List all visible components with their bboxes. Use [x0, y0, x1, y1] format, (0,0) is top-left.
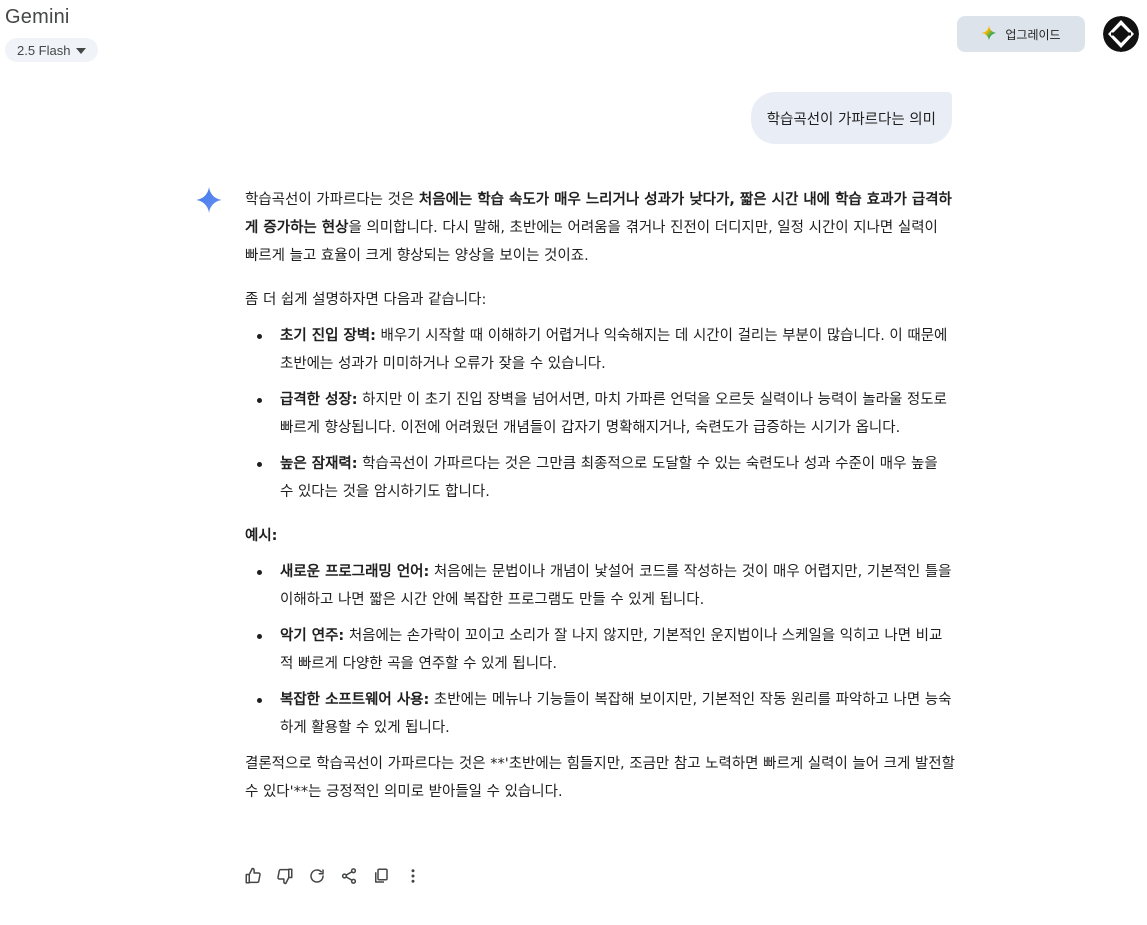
example-title: 악기 연주:: [280, 628, 345, 644]
response-actions: [243, 865, 423, 887]
thumbs-up-icon: [245, 867, 261, 884]
response-intro: 학습곡선이 가파르다는 것은 처음에는 학습 속도가 매우 느리거나 성과가 낮…: [245, 186, 955, 270]
response-lead: 좀 더 쉽게 설명하자면 다음과 같습니다:: [245, 292, 487, 308]
upgrade-label: 업그레이드: [1005, 27, 1061, 42]
upgrade-button[interactable]: 업그레이드: [957, 16, 1085, 52]
point-title: 높은 잠재력:: [280, 456, 358, 472]
thumbs-up-button[interactable]: [243, 865, 263, 887]
thumbs-down-button[interactable]: [275, 865, 295, 887]
gemini-spark-icon: [195, 186, 223, 214]
example-title: 새로운 프로그래밍 언어:: [280, 564, 430, 580]
example-title: 복잡한 소프트웨어 사용:: [280, 692, 430, 708]
point-text: 배우기 시작할 때 이해하기 어렵거나 익숙해지는 데 시간이 걸리는 부분이 …: [280, 328, 948, 372]
point-text: 하지만 이 초기 진입 장벽을 넘어서면, 마치 가파른 언덕을 오르듯 실력이…: [280, 392, 947, 436]
app-title: Gemini: [5, 6, 70, 28]
point-text: 학습곡선이 가파르다는 것은 그만큼 최종적으로 도달할 수 있는 숙련도나 성…: [280, 456, 938, 500]
list-item: 초기 진입 장벽: 배우기 시작할 때 이해하기 어렵거나 익숙해지는 데 시간…: [245, 322, 955, 378]
response-conclusion: 결론적으로 학습곡선이 가파르다는 것은 **'초반에는 힘들지만, 조금만 참…: [245, 756, 955, 800]
more-options-button[interactable]: [403, 865, 423, 887]
regenerate-icon: [310, 869, 324, 883]
more-vert-icon: [411, 869, 415, 883]
model-label: 2.5 Flash: [17, 42, 71, 58]
copy-button[interactable]: [371, 865, 391, 887]
points-list: 초기 진입 장벽: 배우기 시작할 때 이해하기 어렵거나 익숙해지는 데 시간…: [245, 322, 955, 506]
list-item: 악기 연주: 처음에는 손가락이 꼬이고 소리가 잘 나지 않지만, 기본적인 …: [245, 622, 955, 678]
point-title: 초기 진입 장벽:: [280, 328, 376, 344]
user-message-bubble: 학습곡선이 가파르다는 의미: [750, 92, 952, 144]
intro-suffix: 을 의미합니다. 다시 말해, 초반에는 어려움을 겪거나 진전이 더디지만, …: [245, 220, 938, 264]
list-item: 새로운 프로그래밍 언어: 처음에는 문법이나 개념이 낯설어 코드를 작성하는…: [245, 558, 955, 614]
sparkle-icon: [981, 25, 997, 44]
model-picker[interactable]: 2.5 Flash: [5, 38, 99, 62]
list-item: 높은 잠재력: 학습곡선이 가파르다는 것은 그만큼 최종적으로 도달할 수 있…: [245, 450, 955, 506]
thumbs-down-icon: [277, 868, 293, 885]
share-icon: [341, 868, 357, 884]
examples-heading: 예시:: [245, 528, 278, 544]
point-title: 급격한 성장:: [280, 392, 358, 408]
response-body: 학습곡선이 가파르다는 것은 처음에는 학습 속도가 매우 느리거나 성과가 낮…: [245, 186, 955, 806]
copy-icon: [375, 868, 388, 883]
intro-prefix: 학습곡선이 가파르다는 것은: [245, 192, 419, 208]
user-message-text: 학습곡선이 가파르다는 의미: [766, 111, 936, 128]
regenerate-button[interactable]: [307, 865, 327, 887]
share-button[interactable]: [339, 865, 359, 887]
example-text: 처음에는 손가락이 꼬이고 소리가 잘 나지 않지만, 기본적인 운지법이나 스…: [280, 628, 943, 672]
examples-list: 새로운 프로그래밍 언어: 처음에는 문법이나 개념이 낯설어 코드를 작성하는…: [245, 558, 955, 742]
list-item: 급격한 성장: 하지만 이 초기 진입 장벽을 넘어서면, 마치 가파른 언덕을…: [245, 386, 955, 442]
avatar[interactable]: [1103, 16, 1139, 52]
chevron-down-icon: [76, 48, 87, 54]
list-item: 복잡한 소프트웨어 사용: 초반에는 메뉴나 기능들이 복잡해 보이지만, 기본…: [245, 686, 955, 742]
